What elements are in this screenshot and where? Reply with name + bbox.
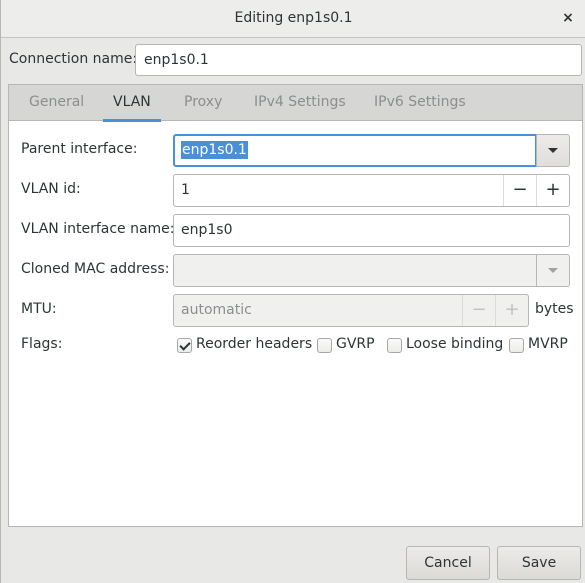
close-icon[interactable]: ×: [558, 0, 578, 37]
parent-interface-combo-entry[interactable]: enp1s0.1: [173, 134, 537, 167]
mtu-increment-button[interactable]: +: [495, 295, 528, 326]
parent-interface-label: Parent interface:: [21, 141, 138, 157]
mtu-unit-label: bytes: [535, 301, 574, 317]
parent-interface-dropdown-button[interactable]: [536, 134, 570, 167]
vlan-id-value: 1: [181, 182, 190, 198]
loose-binding-label[interactable]: Loose binding: [406, 336, 503, 352]
dialog-window: Editing enp1s0.1 × Connection name: enp1…: [0, 0, 585, 583]
cloned-mac-dropdown-button[interactable]: [536, 254, 570, 287]
vlan-interface-name-label: VLAN interface name:: [21, 221, 175, 237]
cancel-button[interactable]: Cancel: [406, 546, 490, 580]
connection-name-input[interactable]: enp1s0.1: [135, 44, 582, 76]
mvrp-label[interactable]: MVRP: [528, 336, 568, 352]
vlan-id-decrement-button[interactable]: −: [503, 175, 536, 206]
vlan-id-label: VLAN id:: [21, 181, 81, 197]
flags-label: Flags:: [21, 336, 63, 352]
tab-bar: General VLAN Proxy IPv4 Settings IPv6 Se…: [9, 85, 582, 122]
connection-name-label: Connection name:: [9, 51, 138, 67]
gvrp-checkbox[interactable]: [317, 338, 332, 353]
window-title: Editing enp1s0.1: [234, 10, 353, 26]
mtu-label: MTU:: [21, 301, 57, 317]
tab-ipv6-settings[interactable]: IPv6 Settings: [374, 85, 466, 121]
reorder-headers-checkbox[interactable]: [177, 338, 192, 353]
loose-binding-checkbox[interactable]: [387, 338, 402, 353]
mvrp-checkbox[interactable]: [509, 338, 524, 353]
vlan-id-increment-button[interactable]: +: [536, 175, 569, 206]
title-bar: Editing enp1s0.1 ×: [1, 0, 585, 38]
cloned-mac-input[interactable]: [173, 254, 537, 287]
tab-vlan[interactable]: VLAN: [103, 85, 161, 122]
reorder-headers-label[interactable]: Reorder headers: [196, 336, 312, 352]
vlan-id-spinbutton[interactable]: 1 − +: [173, 174, 570, 207]
tab-proxy[interactable]: Proxy: [184, 85, 222, 121]
gvrp-label[interactable]: GVRP: [336, 336, 375, 352]
mtu-decrement-button[interactable]: −: [462, 295, 495, 326]
save-button[interactable]: Save: [497, 546, 581, 580]
parent-interface-value: enp1s0.1: [181, 141, 248, 159]
chevron-down-icon: [548, 148, 558, 153]
cloned-mac-label: Cloned MAC address:: [21, 261, 170, 277]
tab-general[interactable]: General: [29, 85, 84, 121]
tab-ipv4-settings[interactable]: IPv4 Settings: [254, 85, 346, 121]
vlan-interface-name-input[interactable]: enp1s0: [173, 214, 570, 247]
mtu-value: automatic: [181, 302, 252, 318]
chevron-down-icon: [548, 268, 558, 273]
mtu-spinbutton[interactable]: automatic − +: [173, 294, 529, 327]
